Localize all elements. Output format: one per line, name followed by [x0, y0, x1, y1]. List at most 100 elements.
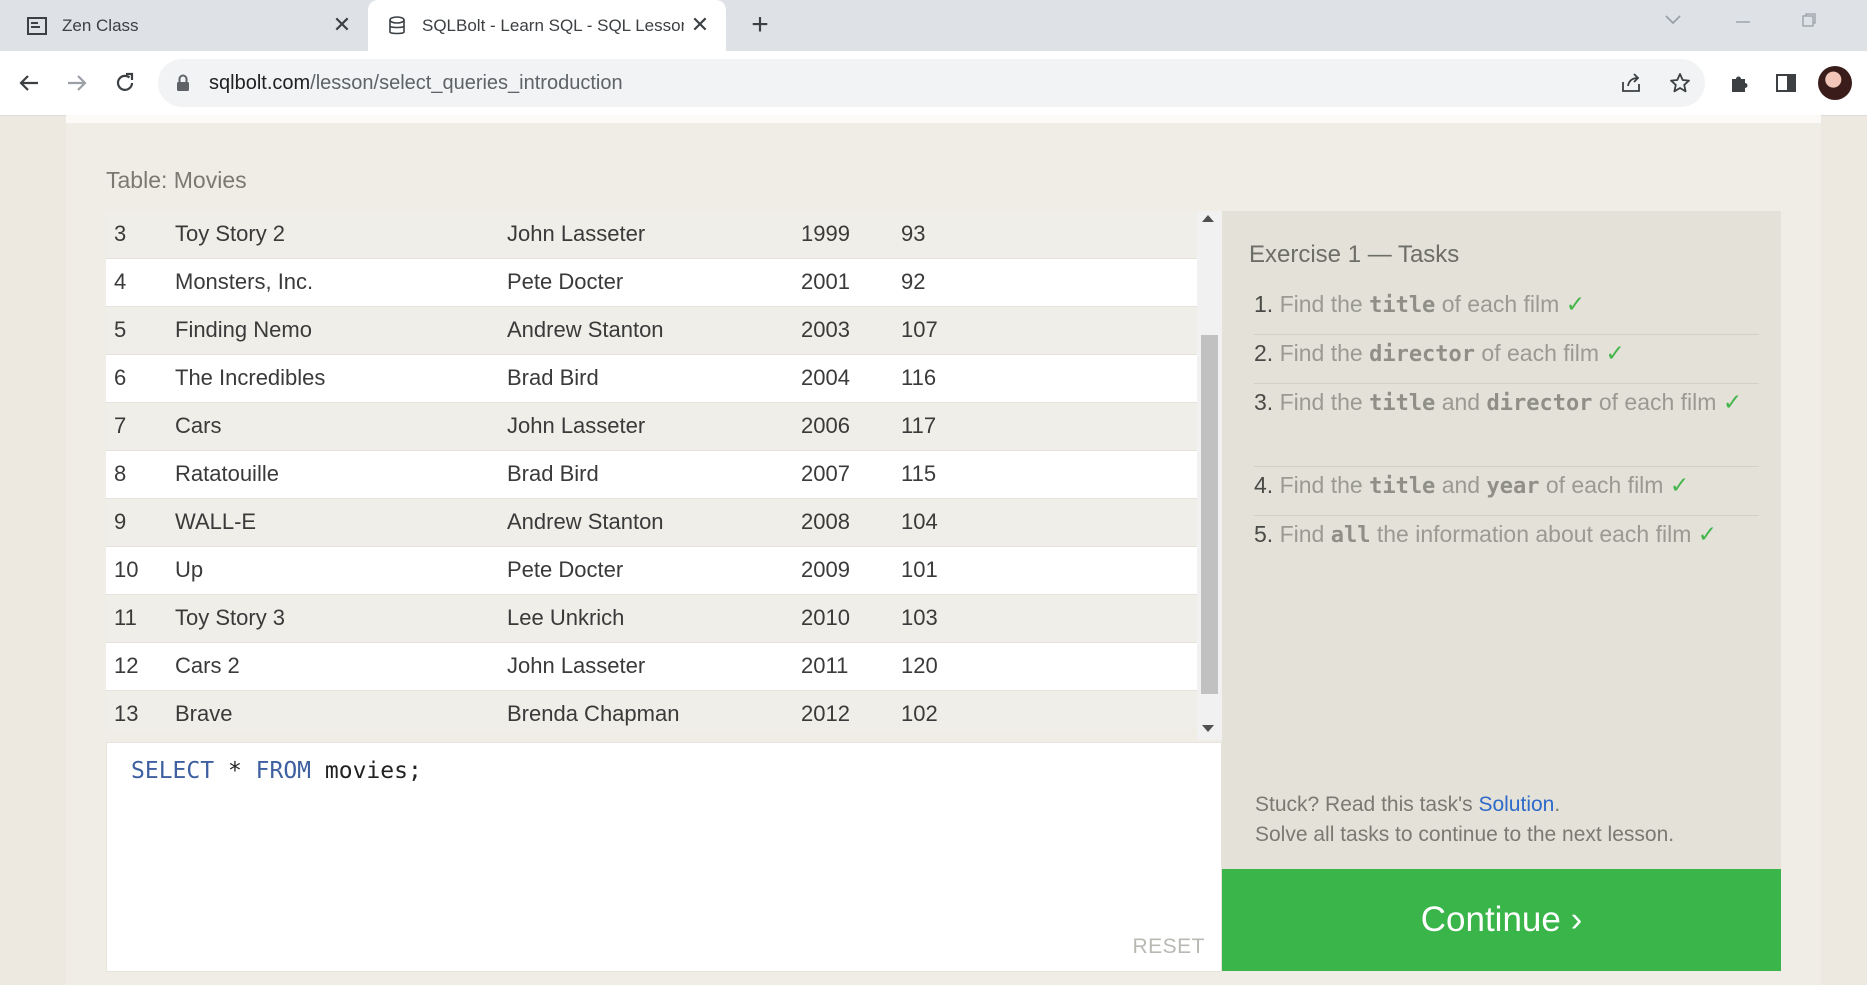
checkmark-icon: ✓ [1722, 389, 1743, 415]
url-host: sqlbolt.com [209, 72, 311, 94]
sql-editor[interactable]: SELECT * FROM movies; RESET [106, 742, 1222, 972]
bookmark-star-icon[interactable] [1668, 71, 1692, 95]
sql-query-text[interactable]: SELECT * FROM movies; [131, 758, 422, 784]
table-row: 5 Finding Nemo Andrew Stanton 2003 107 [106, 307, 1197, 355]
cell-id: 6 [114, 365, 127, 390]
browser-toolbar: sqlbolt.com/lesson/select_queries_introd… [0, 51, 1867, 116]
scroll-up-arrow-icon[interactable] [1202, 215, 1214, 222]
cell-director: Brad Bird [507, 461, 599, 486]
cell-director: Pete Docter [507, 557, 624, 582]
cell-title: Ratatouille [175, 461, 279, 486]
cell-year: 2008 [801, 509, 850, 534]
exercise-tasks-panel: Exercise 1 — Tasks 1. Find the title of … [1222, 211, 1781, 871]
keyword-select: SELECT [131, 758, 215, 784]
cell-id: 5 [114, 317, 127, 342]
hint-suffix: . [1554, 793, 1561, 816]
query-rest: movies; [311, 758, 422, 784]
cell-length: 104 [901, 509, 938, 534]
task-code: title [1369, 293, 1436, 318]
cell-id: 13 [114, 701, 139, 726]
task-number: 4. [1254, 472, 1274, 498]
restore-icon[interactable] [1801, 12, 1817, 33]
profile-avatar[interactable] [1818, 66, 1852, 100]
scroll-down-arrow-icon[interactable] [1202, 725, 1214, 732]
cell-year: 2007 [801, 461, 850, 486]
checkmark-icon: ✓ [1605, 340, 1625, 366]
cell-id: 7 [114, 413, 127, 438]
hint-line-2: Solve all tasks to continue to the next … [1255, 823, 1675, 846]
forward-arrow-icon[interactable] [61, 67, 93, 99]
continue-button[interactable]: Continue › [1222, 869, 1781, 971]
cell-title: WALL-E [175, 509, 257, 534]
url-path: /lesson/select_queries_introduction [310, 72, 623, 94]
table-row: 12 Cars 2 John Lasseter 2011 120 [106, 643, 1197, 691]
cell-id: 8 [114, 461, 127, 486]
cell-director: Andrew Stanton [507, 509, 664, 534]
movies-table: 3 Toy Story 2 John Lasseter 1999 93 4 Mo… [106, 211, 1197, 730]
cell-year: 1999 [801, 221, 850, 246]
cell-director: Brenda Chapman [507, 701, 680, 726]
cell-id: 3 [114, 221, 127, 246]
cell-id: 9 [114, 509, 127, 534]
cell-year: 2009 [801, 557, 850, 582]
back-arrow-icon[interactable] [13, 67, 45, 99]
reload-icon[interactable] [109, 67, 141, 99]
cell-title: Toy Story 3 [175, 605, 286, 630]
cell-year: 2012 [801, 701, 850, 726]
solution-link[interactable]: Solution [1478, 793, 1554, 816]
new-tab-button[interactable]: + [744, 10, 776, 42]
table-row: 6 The Incredibles Brad Bird 2004 116 [106, 355, 1197, 403]
table-scrollbar-thumb[interactable] [1201, 335, 1218, 694]
tab-title: SQLBolt - Learn SQL - SQL Lesson 1: SELE… [422, 15, 684, 35]
share-icon[interactable] [1619, 71, 1643, 95]
task-code: title [1369, 474, 1436, 499]
reset-button[interactable]: RESET [1132, 935, 1205, 959]
cell-title: Cars 2 [175, 653, 240, 678]
tab-close-icon[interactable]: ✕ [330, 13, 354, 37]
tab-strip: Zen Class ✕ SQLBolt - Learn SQL - SQL Le… [0, 0, 1867, 51]
table-row: 9 WALL-E Andrew Stanton 2008 104 [106, 499, 1197, 547]
extensions-puzzle-icon[interactable] [1723, 67, 1755, 99]
task-item: 3. Find the title and director of each f… [1254, 385, 1759, 467]
cell-year: 2011 [801, 653, 849, 678]
task-text: and [1435, 389, 1487, 415]
task-text: of each film [1539, 472, 1670, 498]
checkmark-icon: ✓ [1669, 472, 1690, 498]
table-row: 11 Toy Story 3 Lee Unkrich 2010 103 [106, 595, 1197, 643]
database-favicon-icon [386, 15, 408, 37]
task-text: Find [1273, 521, 1331, 547]
table-row: 13 Brave Brenda Chapman 2012 102 [106, 691, 1197, 730]
minimize-icon[interactable] [1735, 12, 1751, 33]
cell-year: 2004 [801, 365, 850, 390]
tab-title: Zen Class [62, 15, 139, 35]
cell-director: Pete Docter [507, 269, 624, 294]
task-number: 3. [1254, 389, 1274, 415]
task-text: of each film [1592, 389, 1723, 415]
star-token: * [214, 758, 256, 784]
tab-sqlbolt[interactable]: SQLBolt - Learn SQL - SQL Lesson 1: SELE… [368, 0, 726, 51]
cell-id: 10 [114, 557, 139, 582]
url-text[interactable]: sqlbolt.com/lesson/select_queries_introd… [209, 72, 623, 95]
side-panel-icon[interactable] [1770, 67, 1802, 99]
task-code: year [1486, 474, 1540, 499]
cell-length: 116 [901, 365, 937, 390]
table-row: 7 Cars John Lasseter 2006 117 [106, 403, 1197, 451]
task-number: 2. [1254, 340, 1274, 366]
task-item: 1. Find the title of each film ✓ [1254, 287, 1759, 335]
table-row: 3 Toy Story 2 John Lasseter 1999 93 [106, 211, 1197, 259]
cell-title: Monsters, Inc. [175, 269, 314, 294]
address-bar[interactable]: sqlbolt.com/lesson/select_queries_introd… [158, 59, 1705, 107]
cell-title: Toy Story 2 [175, 221, 286, 246]
task-code: director [1486, 391, 1593, 416]
task-text: Find the [1273, 340, 1370, 366]
tab-zen-class[interactable]: Zen Class ✕ [0, 0, 368, 51]
cell-id: 12 [114, 653, 139, 678]
tab-close-icon[interactable]: ✕ [688, 13, 712, 37]
tab-search-icon[interactable] [1664, 10, 1682, 31]
task-text: Find the [1273, 389, 1370, 415]
table-row: 8 Ratatouille Brad Bird 2007 115 [106, 451, 1197, 499]
task-text: Find the [1273, 291, 1370, 317]
lock-icon[interactable] [176, 74, 190, 97]
task-item: 4. Find the title and year of each film … [1254, 468, 1759, 516]
task-number: 5. [1254, 521, 1274, 547]
